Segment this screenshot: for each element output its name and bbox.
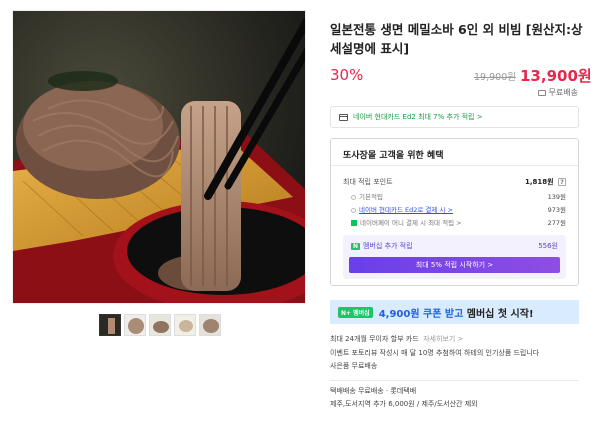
card-promo-banner[interactable]: 네이버 현대카드 Ed2 최대 7% 추가 적립 >: [330, 106, 579, 128]
shipping-label: 무료배송: [548, 88, 578, 97]
product-info-panel: 일본전통 생면 메밀소바 6인 외 비빔 [원산지:상세설명에 표시] 30% …: [318, 0, 600, 424]
card-promo-text: 네이버 현대카드 Ed2 최대 7% 추가 적립 >: [353, 113, 483, 121]
points-npay-value: 277원: [547, 219, 566, 227]
installment-text: 최대 24개월 무이자 할부 카드: [330, 335, 419, 343]
points-basic-label: 기본적립: [359, 193, 383, 201]
sale-price: 13,900원: [520, 67, 592, 85]
divider: [330, 380, 579, 381]
coupon-highlight: 4,900원 쿠폰 받고: [378, 308, 464, 320]
product-image-panel: [0, 0, 318, 424]
thumbnail-3[interactable]: [149, 314, 171, 336]
product-title: 일본전통 생면 메밀소바 6인 외 비빔 [원산지:상세설명에 표시]: [330, 22, 583, 56]
points-card-link[interactable]: 네이버 현대카드 Ed2로 결제 시 >: [359, 206, 453, 214]
points-npay-label[interactable]: 네이버페이 머니 결제 시 최대 적립 >: [360, 219, 462, 227]
membership-value: 556원: [538, 242, 558, 250]
thumbnail-5[interactable]: [199, 314, 221, 336]
bullet-icon: [351, 194, 356, 200]
membership-row: N 멤버십 추가 적립 556원: [351, 241, 558, 251]
max-points-label: 최대 적립 포인트: [343, 178, 393, 186]
thumbnail-4[interactable]: [174, 314, 196, 336]
shipping-info: 무료배송: [537, 87, 578, 98]
original-price: 19,900원: [474, 72, 516, 83]
membership-coupon-banner[interactable]: N+ 멤버십 4,900원 쿠폰 받고 멤버십 첫 시작!: [330, 300, 579, 324]
thumbnail-1[interactable]: [99, 314, 121, 336]
points-row-card[interactable]: 네이버 현대카드 Ed2로 결제 시 > 973원: [351, 204, 566, 214]
max-points-row: 최대 적립 포인트 1,818원 ?: [343, 177, 566, 187]
discount-rate: 30%: [330, 66, 364, 84]
event-row: 이벤트 포토리뷰 작성시 매 달 10명 추첨하여 하테의 인기상품 드립니다: [330, 349, 540, 357]
credit-card-icon: [339, 113, 348, 121]
benefit-header: 또사장몰 고객을 위한 혜택: [331, 139, 578, 166]
points-card-value: 973원: [547, 206, 566, 214]
delivery-row: 택배배송 무료배송 · 롯데택배: [330, 387, 417, 395]
gift-row: 사은품 무료배송: [330, 362, 378, 370]
product-page: 일본전통 생면 메밀소바 6인 외 비빔 [원산지:상세설명에 표시] 30% …: [0, 0, 600, 424]
membership-box: N 멤버십 추가 적립 556원 최대 5% 적립 시작하기 >: [343, 235, 566, 279]
delivery-extra-row: 제주,도서지역 추가 6,000원 / 제주/도서산간 제외: [330, 400, 478, 408]
points-row-npay[interactable]: 네이버페이 머니 결제 시 최대 적립 > 277원: [351, 217, 566, 227]
max-points-value: 1,818원: [524, 178, 554, 186]
benefit-box: 또사장몰 고객을 위한 혜택 최대 적립 포인트 1,818원 ? 기본적립 1…: [330, 138, 579, 286]
coupon-rest: 멤버십 첫 시작!: [463, 308, 534, 320]
thumbnail-2[interactable]: [124, 314, 146, 336]
installment-row: 최대 24개월 무이자 할부 카드 자세히보기 >: [330, 334, 588, 345]
points-row-basic: 기본적립 139원: [351, 191, 566, 201]
soba-photo: [13, 11, 305, 303]
nplus-badge: N+ 멤버십: [338, 306, 373, 318]
installment-detail-link[interactable]: 자세히보기 >: [423, 335, 463, 343]
membership-label: 멤버십 추가 적립: [363, 242, 413, 250]
help-icon[interactable]: ?: [558, 178, 566, 186]
naver-n-badge: N: [351, 243, 361, 250]
npay-icon: [351, 220, 357, 226]
product-main-image[interactable]: [12, 10, 306, 304]
bullet-icon: [351, 207, 356, 213]
membership-start-button[interactable]: 최대 5% 적립 시작하기 >: [349, 257, 560, 273]
thumbnail-strip: [99, 314, 221, 336]
points-basic-value: 139원: [547, 193, 566, 201]
truck-icon: [537, 89, 546, 96]
